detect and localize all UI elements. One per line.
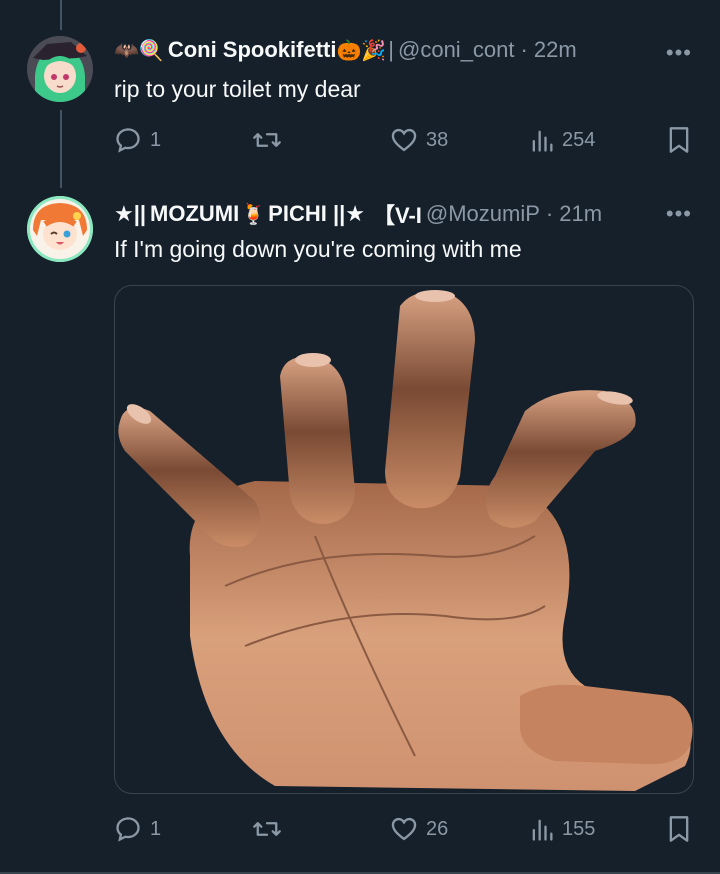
reply-button[interactable]: 1 bbox=[114, 815, 161, 843]
reply-count: 1 bbox=[150, 128, 162, 151]
reply-icon bbox=[116, 128, 140, 153]
action-bar: 1 38 254 bbox=[114, 126, 694, 160]
display-name[interactable]: Coni Spookifetti bbox=[168, 37, 337, 63]
tweet-text: If I'm going down you're coming with me bbox=[114, 236, 522, 262]
tweet-text: rip to your toilet my dear bbox=[114, 76, 361, 102]
tweet-header: 🦇🍭 Coni Spookifetti 🎃🎉 | @coni_cont · 22… bbox=[114, 37, 577, 63]
more-icon[interactable]: ••• bbox=[666, 201, 692, 227]
bookmark-button[interactable] bbox=[666, 126, 692, 154]
like-count: 26 bbox=[426, 817, 449, 840]
like-button[interactable]: 26 bbox=[390, 815, 448, 843]
thread-line-top bbox=[60, 0, 62, 30]
retweet-icon bbox=[253, 822, 281, 836]
display-name-bracket: 【V-I bbox=[372, 203, 422, 228]
tweet-header: ★|| MOZUMI 🍹 PICHI ||★ 【V-I @MozumiP · 2… bbox=[114, 198, 602, 230]
name-suffix-emoji: 🎃🎉 bbox=[336, 38, 387, 62]
views-count: 155 bbox=[562, 817, 596, 840]
bookmark-icon bbox=[669, 816, 689, 842]
thread-line bbox=[60, 110, 62, 188]
timestamp[interactable]: 21m bbox=[559, 201, 602, 227]
retweet-button[interactable] bbox=[252, 126, 290, 154]
handle[interactable]: @MozumiP bbox=[426, 201, 540, 227]
media-image[interactable] bbox=[114, 285, 694, 794]
timestamp[interactable]: 22m bbox=[534, 37, 577, 63]
bookmark-button[interactable] bbox=[666, 815, 692, 843]
name-separator: | bbox=[388, 37, 394, 62]
name-prefix: ★|| bbox=[114, 201, 147, 226]
views-button[interactable]: 254 bbox=[530, 126, 595, 154]
like-button[interactable]: 38 bbox=[390, 126, 448, 154]
handle[interactable]: @coni_cont bbox=[398, 37, 515, 63]
action-bar: 1 26 155 bbox=[114, 815, 694, 849]
avatar[interactable] bbox=[27, 196, 93, 262]
heart-icon bbox=[391, 128, 417, 152]
bookmark-icon bbox=[669, 127, 689, 153]
views-count: 254 bbox=[562, 128, 596, 151]
views-icon bbox=[532, 130, 553, 152]
retweet-icon bbox=[253, 133, 281, 147]
heart-icon bbox=[391, 817, 417, 841]
like-count: 38 bbox=[426, 128, 449, 151]
views-icon bbox=[532, 819, 553, 841]
reply-button[interactable]: 1 bbox=[114, 126, 161, 154]
views-button[interactable]: 155 bbox=[530, 815, 595, 843]
name-mid-emoji: 🍹 bbox=[241, 202, 267, 226]
avatar[interactable] bbox=[27, 36, 93, 102]
reaching-hand-image bbox=[118, 290, 693, 791]
retweet-button[interactable] bbox=[252, 815, 290, 843]
display-name-rest[interactable]: PICHI ||★ bbox=[268, 201, 365, 227]
reply-count: 1 bbox=[150, 817, 162, 840]
dot-separator: · bbox=[545, 201, 554, 226]
dot-separator: · bbox=[520, 37, 528, 62]
name-prefix-emoji: 🦇🍭 bbox=[114, 38, 164, 62]
display-name[interactable]: MOZUMI bbox=[150, 201, 239, 227]
reply-icon bbox=[116, 817, 140, 842]
more-icon[interactable]: ••• bbox=[666, 40, 692, 66]
